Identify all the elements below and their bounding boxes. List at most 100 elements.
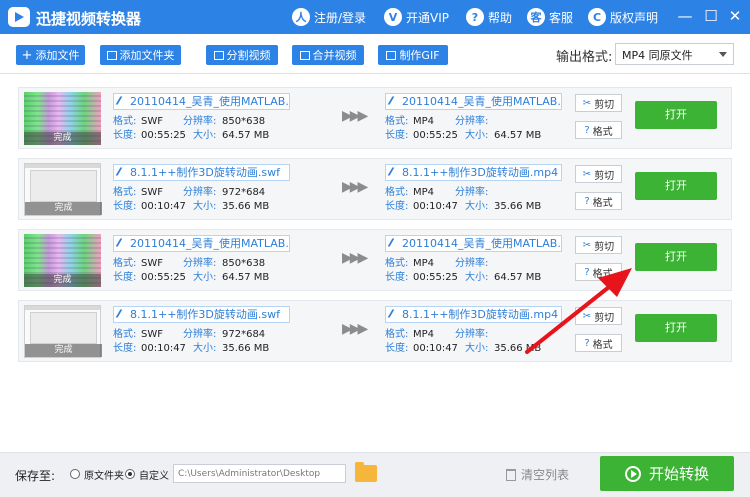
done-label: 完成 (25, 344, 102, 357)
close-button[interactable]: ✕ (726, 6, 744, 26)
format-button[interactable]: ? 格式 (575, 334, 622, 352)
target-filename[interactable]: 20110414_吴青_使用MATLAB... (385, 235, 562, 252)
cut-button[interactable]: ✂ 剪切 (575, 165, 622, 183)
cut-button[interactable]: ✂ 剪切 (575, 307, 622, 325)
title-bar: 迅捷视频转换器 人注册/登录 V 开通VIP ? 帮助客客服 C 版权声明 — ☐ ✕ (0, 0, 750, 34)
source-info: 格式: SWF 分辨率: 850*638 长度: 00:55:25 大小: 64.57 MB (113, 258, 270, 283)
edit-icon (115, 238, 130, 247)
scissors-icon: ✂ (582, 239, 592, 251)
convert-arrow-icon: ▶▶▶ (342, 179, 368, 195)
target-info: 格式: MP4 分辨率: 长度: 00:10:47 大小: 35.66 MB (385, 329, 542, 354)
plus-icon: + (21, 47, 33, 63)
question-icon: ? (584, 195, 590, 207)
video-thumbnail: 完成 (24, 305, 102, 358)
video-thumbnail: 完成 (24, 92, 101, 145)
start-convert-button[interactable]: 开始转换 (600, 456, 734, 491)
edit-icon (115, 96, 130, 105)
target-info: 格式: MP4 分辨率: 长度: 00:55:25 大小: 64.57 MB (385, 116, 542, 141)
edit-icon (387, 167, 402, 176)
video-thumbnail: 完成 (24, 234, 101, 287)
play-icon (624, 465, 641, 482)
split-video-button[interactable]: 分割视频 (206, 45, 278, 65)
format-button[interactable]: ? 格式 (575, 263, 622, 281)
merge-icon (299, 50, 310, 60)
copyright-icon: C (588, 8, 606, 26)
format-button[interactable]: ? 格式 (575, 192, 622, 210)
open-button[interactable]: 打开 (635, 243, 717, 271)
save-path-input[interactable]: C:\Users\Administrator\Desktop (173, 464, 346, 483)
nav-copyright[interactable]: C 版权声明 (588, 7, 658, 27)
nav-headset[interactable]: 客客服 (527, 7, 573, 27)
target-info: 格式: MP4 分辨率: 长度: 00:55:25 大小: 64.57 MB (385, 258, 542, 283)
file-row: 完成 20110414_吴青_使用MATLAB... 格式: SWF 分辨率: 850*6… (18, 87, 732, 149)
trash-icon (506, 468, 516, 481)
output-format-label: 输出格式: (556, 50, 613, 65)
gif-icon (386, 50, 397, 60)
custom-folder-radio[interactable] (125, 469, 135, 479)
source-info: 格式: SWF 分辨率: 972*684 长度: 00:10:47 大小: 35.66 MB (113, 187, 270, 212)
question-icon: ? (584, 266, 590, 278)
done-label: 完成 (24, 274, 101, 287)
cut-button[interactable]: ✂ 剪切 (575, 236, 622, 254)
user-icon: 人 (292, 8, 310, 26)
nav-help[interactable]: ? 帮助 (466, 7, 512, 27)
clear-list-button[interactable]: 清空列表 (506, 466, 569, 483)
file-list: 完成 20110414_吴青_使用MATLAB... 格式: SWF 分辨率: 850*6… (0, 74, 750, 452)
edit-icon (387, 309, 402, 318)
bottom-bar: 保存至: 原文件夹 自定义 C:\Users\Administrator\Des… (0, 452, 750, 497)
original-folder-label: 原文件夹 (84, 471, 124, 482)
done-label: 完成 (24, 132, 101, 145)
source-filename[interactable]: 20110414_吴青_使用MATLAB... (113, 93, 290, 110)
question-icon: ? (584, 337, 590, 349)
maximize-button[interactable]: ☐ (702, 6, 720, 26)
nav-user[interactable]: 人注册/登录 (292, 7, 366, 27)
help-icon: ? (466, 8, 484, 26)
custom-folder-label: 自定义 (139, 471, 169, 482)
target-filename[interactable]: 8.1.1++制作3D旋转动画.mp4 (385, 306, 562, 323)
convert-arrow-icon: ▶▶▶ (342, 321, 368, 337)
source-filename[interactable]: 8.1.1++制作3D旋转动画.swf (113, 164, 290, 181)
scissors-icon: ✂ (582, 168, 592, 180)
open-button[interactable]: 打开 (635, 101, 717, 129)
convert-arrow-icon: ▶▶▶ (342, 250, 368, 266)
video-thumbnail: 完成 (24, 163, 102, 216)
vip-icon: V (384, 8, 402, 26)
browse-folder-icon[interactable] (355, 462, 377, 482)
edit-icon (387, 238, 402, 247)
source-filename[interactable]: 20110414_吴青_使用MATLAB... (113, 235, 290, 252)
file-row: 完成 20110414_吴青_使用MATLAB... 格式: SWF 分辨率: 850*6… (18, 229, 732, 291)
done-label: 完成 (25, 202, 102, 215)
target-filename[interactable]: 8.1.1++制作3D旋转动画.mp4 (385, 164, 562, 181)
make-gif-button[interactable]: 制作GIF (378, 45, 448, 65)
app-logo-icon (8, 7, 30, 27)
save-to-label: 保存至: (15, 469, 56, 483)
add-file-button[interactable]: + 添加文件 (16, 45, 85, 65)
file-row: 完成 8.1.1++制作3D旋转动画.swf 格式: SWF 分辨率: 972*684 长度… (18, 158, 732, 220)
scissors-icon: ✂ (582, 310, 592, 322)
edit-icon (387, 96, 402, 105)
format-button[interactable]: ? 格式 (575, 121, 622, 139)
open-button[interactable]: 打开 (635, 314, 717, 342)
split-icon (213, 50, 224, 60)
nav-vip[interactable]: V 开通VIP (384, 7, 449, 27)
source-info: 格式: SWF 分辨率: 972*684 长度: 00:10:47 大小: 35.66 MB (113, 329, 270, 354)
add-folder-button[interactable]: 添加文件夹 (100, 45, 181, 65)
source-info: 格式: SWF 分辨率: 850*638 长度: 00:55:25 大小: 64.57 MB (113, 116, 270, 141)
minimize-button[interactable]: — (676, 6, 694, 26)
scissors-icon: ✂ (582, 97, 592, 109)
question-icon: ? (584, 124, 590, 136)
edit-icon (115, 167, 130, 176)
original-folder-radio[interactable] (70, 469, 80, 479)
convert-arrow-icon: ▶▶▶ (342, 108, 368, 124)
folder-icon (106, 50, 117, 60)
headset-icon: 客 (527, 8, 545, 26)
source-filename[interactable]: 8.1.1++制作3D旋转动画.swf (113, 306, 290, 323)
edit-icon (115, 309, 130, 318)
file-row: 完成 8.1.1++制作3D旋转动画.swf 格式: SWF 分辨率: 972*684 长度… (18, 300, 732, 362)
cut-button[interactable]: ✂ 剪切 (575, 94, 622, 112)
toolbar: + 添加文件 添加文件夹 分割视频 合并视频 制作GIF 输出格式: MP4 同原… (0, 34, 750, 74)
target-filename[interactable]: 20110414_吴青_使用MATLAB... (385, 93, 562, 110)
open-button[interactable]: 打开 (635, 172, 717, 200)
output-format-select[interactable]: MP4 同原文件 (615, 43, 734, 65)
merge-video-button[interactable]: 合并视频 (292, 45, 364, 65)
